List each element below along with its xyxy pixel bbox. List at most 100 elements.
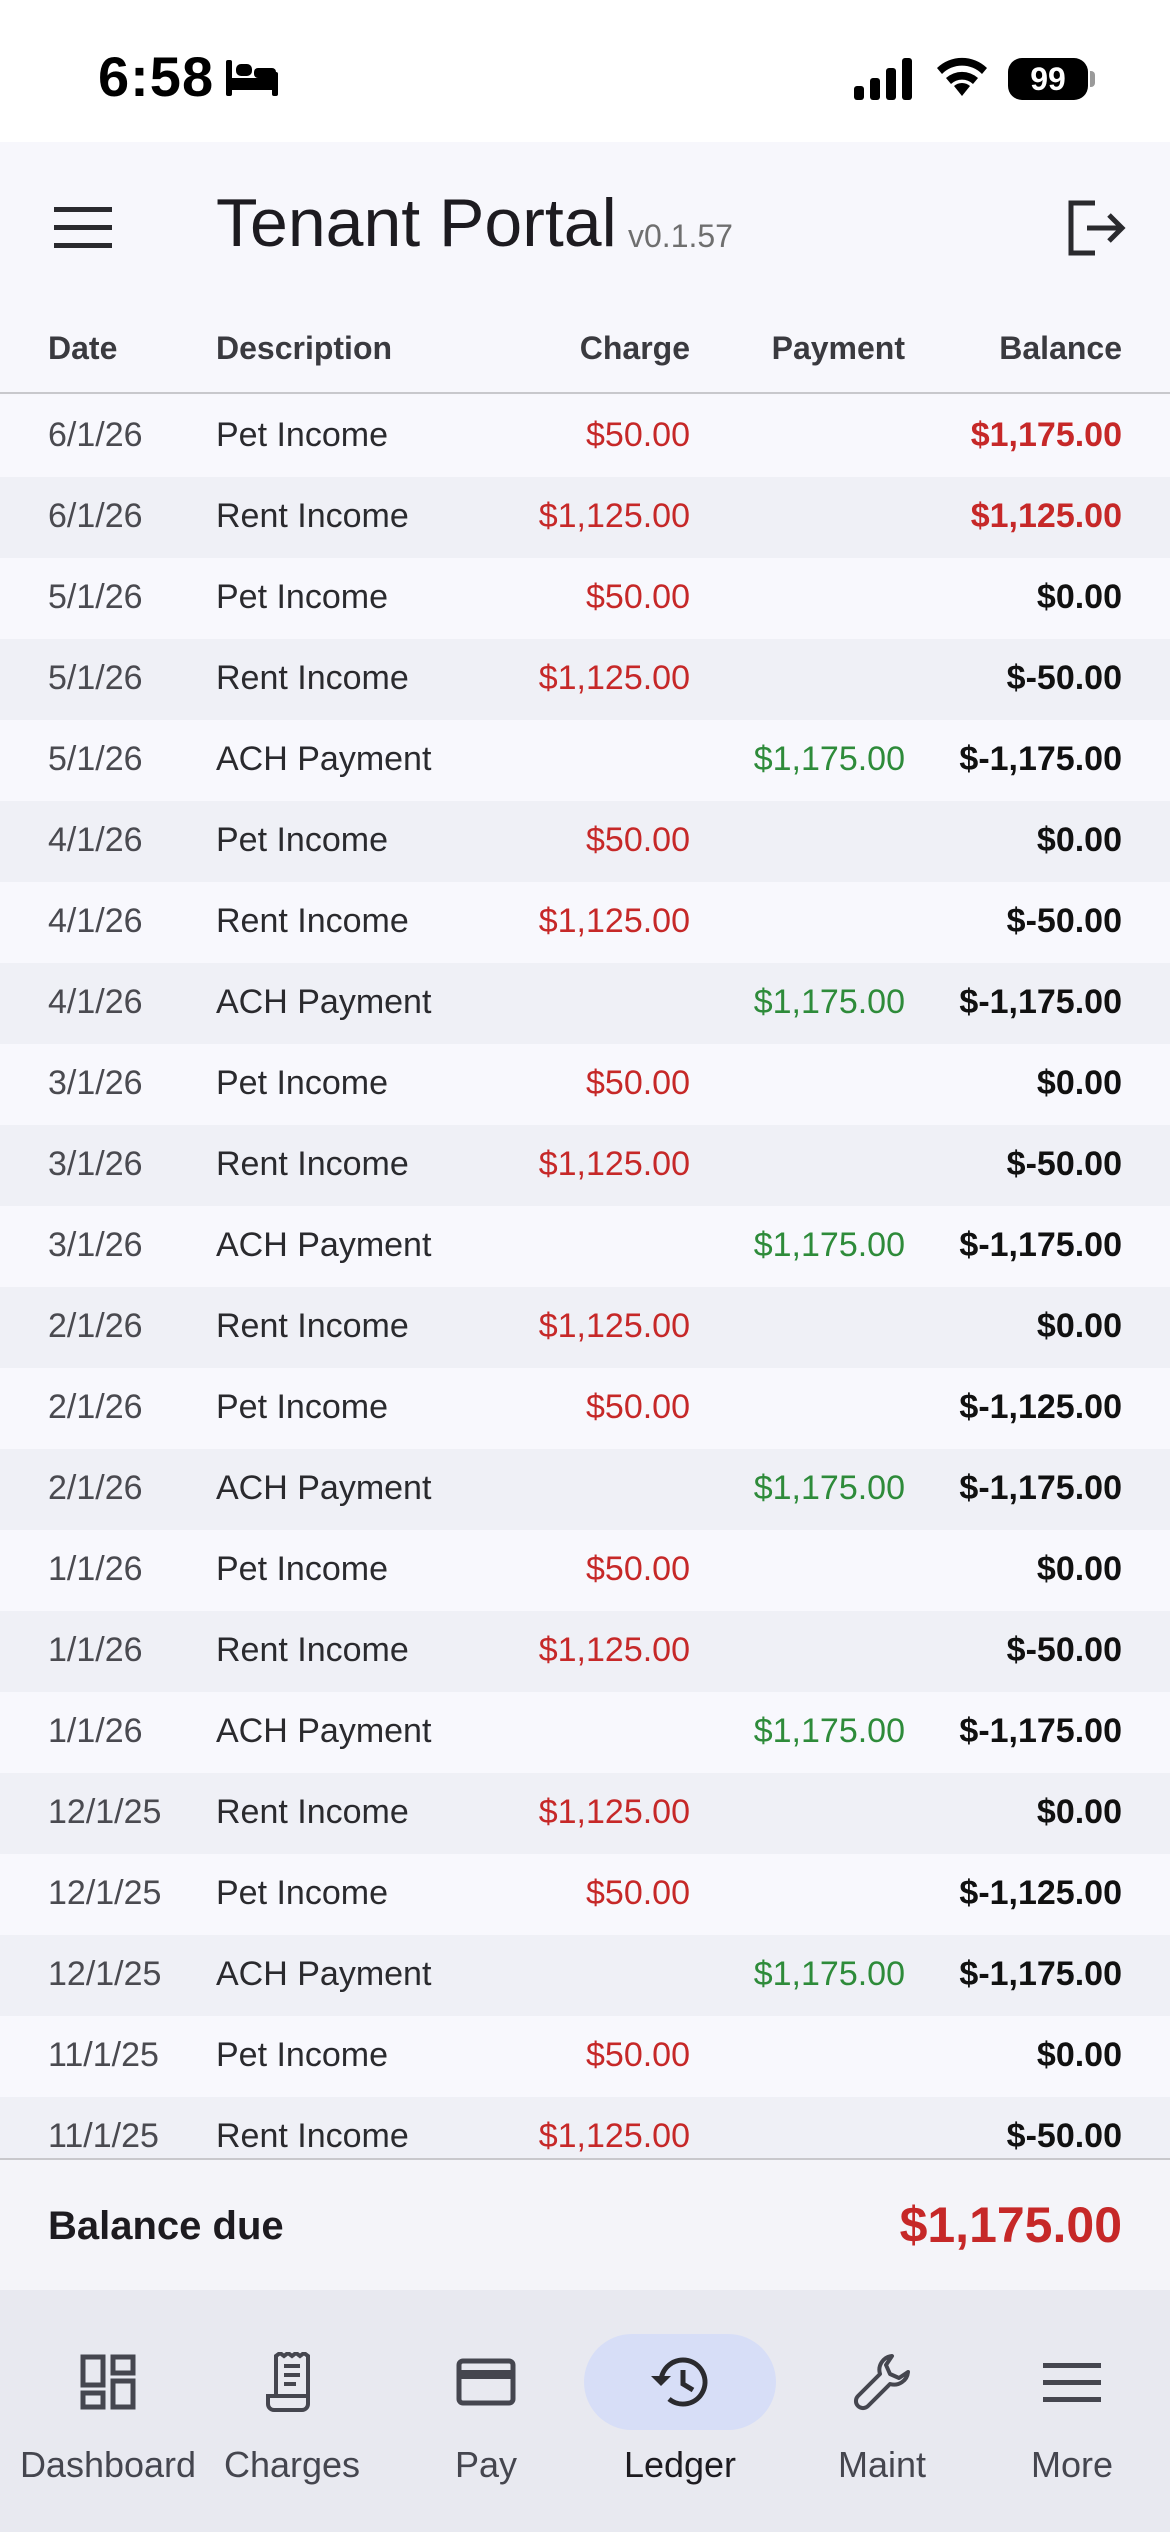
row-date: 11/1/25 bbox=[48, 2036, 159, 2074]
row-date: 4/1/26 bbox=[48, 983, 143, 1021]
table-row[interactable]: 5/1/26 Rent Income $1,125.00 $-50.00 bbox=[0, 639, 1170, 720]
row-description: Rent Income bbox=[216, 659, 409, 697]
row-charge: $50.00 bbox=[586, 2036, 690, 2074]
row-balance: $1,175.00 bbox=[970, 416, 1122, 454]
header-balance: Balance bbox=[999, 330, 1122, 366]
nav-maint[interactable]: Maint bbox=[774, 2290, 969, 2532]
nav-charges[interactable]: Charges bbox=[184, 2290, 379, 2532]
history-icon bbox=[651, 2357, 708, 2407]
table-row[interactable]: 4/1/26 Pet Income $50.00 $0.00 bbox=[0, 801, 1170, 882]
table-row[interactable]: 12/1/25 Rent Income $1,125.00 $0.00 bbox=[0, 1773, 1170, 1854]
header-payment: Payment bbox=[771, 330, 905, 366]
table-row[interactable]: 6/1/26 Pet Income $50.00 $1,175.00 bbox=[0, 396, 1170, 477]
row-date: 1/1/26 bbox=[48, 1550, 143, 1588]
row-description: Pet Income bbox=[216, 578, 388, 616]
row-date: 2/1/26 bbox=[48, 1388, 143, 1426]
row-payment: $1,175.00 bbox=[753, 1955, 905, 1993]
table-row[interactable]: 1/1/26 ACH Payment $1,175.00 $-1,175.00 bbox=[0, 1692, 1170, 1773]
row-charge: $1,125.00 bbox=[538, 1793, 690, 1831]
nav-pay[interactable]: Pay bbox=[378, 2290, 573, 2532]
table-row[interactable]: 12/1/25 ACH Payment $1,175.00 $-1,175.00 bbox=[0, 1935, 1170, 2016]
table-row[interactable]: 3/1/26 Pet Income $50.00 $0.00 bbox=[0, 1044, 1170, 1125]
row-charge: $1,125.00 bbox=[538, 497, 690, 535]
header-date: Date bbox=[48, 330, 118, 366]
row-date: 5/1/26 bbox=[48, 578, 143, 616]
row-payment: $1,175.00 bbox=[753, 1226, 905, 1264]
table-row[interactable]: 12/1/25 Pet Income $50.00 $-1,125.00 bbox=[0, 1854, 1170, 1935]
nav-more-pill bbox=[976, 2334, 1168, 2430]
row-description: Pet Income bbox=[216, 2036, 388, 2074]
nav-dashboard[interactable]: Dashboard bbox=[0, 2290, 196, 2532]
row-balance: $-50.00 bbox=[1006, 1145, 1122, 1183]
status-time: 6:58 bbox=[98, 45, 215, 108]
table-row[interactable]: 5/1/26 Pet Income $50.00 $0.00 bbox=[0, 558, 1170, 639]
row-description: Rent Income bbox=[216, 902, 409, 940]
logout-button[interactable] bbox=[1060, 192, 1132, 264]
table-row[interactable]: 1/1/26 Rent Income $1,125.00 $-50.00 bbox=[0, 1611, 1170, 1692]
row-charge: $1,125.00 bbox=[538, 902, 690, 940]
ledger-table-header: Date Description Charge Payment Balance bbox=[0, 312, 1170, 394]
row-balance: $-1,175.00 bbox=[959, 1226, 1122, 1264]
row-balance: $-1,175.00 bbox=[959, 1712, 1122, 1750]
table-row[interactable]: 4/1/26 ACH Payment $1,175.00 $-1,175.00 bbox=[0, 963, 1170, 1044]
menu-icon bbox=[1043, 2363, 1101, 2402]
row-balance: $0.00 bbox=[1036, 578, 1122, 616]
nav-pay-label: Pay bbox=[454, 2444, 518, 2485]
table-row[interactable]: 1/1/26 Pet Income $50.00 $0.00 bbox=[0, 1530, 1170, 1611]
header-description: Description bbox=[216, 330, 393, 366]
row-date: 2/1/26 bbox=[48, 1469, 143, 1507]
row-date: 3/1/26 bbox=[48, 1145, 143, 1183]
tenant-portal-ledger-screen: 6:58 99 Tenant Portal v0.1.57 Date Descr… bbox=[0, 0, 1170, 2532]
status-bar: 6:58 99 bbox=[0, 0, 1170, 142]
table-row[interactable]: 2/1/26 ACH Payment $1,175.00 $-1,175.00 bbox=[0, 1449, 1170, 1530]
nav-pay-pill bbox=[390, 2334, 582, 2430]
table-row[interactable]: 3/1/26 ACH Payment $1,175.00 $-1,175.00 bbox=[0, 1206, 1170, 1287]
table-row[interactable]: 6/1/26 Rent Income $1,125.00 $1,125.00 bbox=[0, 477, 1170, 558]
row-balance: $-1,125.00 bbox=[959, 1388, 1122, 1426]
row-charge: $50.00 bbox=[586, 821, 690, 859]
nav-more-label: More bbox=[1030, 2444, 1114, 2485]
row-payment: $1,175.00 bbox=[753, 1469, 905, 1507]
table-row[interactable]: 4/1/26 Rent Income $1,125.00 $-50.00 bbox=[0, 882, 1170, 963]
row-charge: $1,125.00 bbox=[538, 1307, 690, 1345]
table-row[interactable]: 11/1/25 Pet Income $50.00 $0.00 bbox=[0, 2016, 1170, 2097]
row-balance: $0.00 bbox=[1036, 2036, 1122, 2074]
row-date: 4/1/26 bbox=[48, 902, 143, 940]
nav-ledger[interactable]: Ledger bbox=[572, 2290, 776, 2532]
row-charge: $50.00 bbox=[586, 578, 690, 616]
nav-more[interactable]: More bbox=[964, 2290, 1159, 2532]
row-charge: $50.00 bbox=[586, 1388, 690, 1426]
row-payment: $1,175.00 bbox=[753, 983, 905, 1021]
row-description: Rent Income bbox=[216, 2117, 409, 2155]
app-title: Tenant Portal bbox=[216, 185, 617, 261]
row-balance: $-50.00 bbox=[1006, 2117, 1122, 2155]
credit-card-icon bbox=[456, 2358, 516, 2406]
app-version: v0.1.57 bbox=[628, 218, 733, 254]
row-balance: $0.00 bbox=[1036, 1064, 1122, 1102]
row-date: 11/1/25 bbox=[48, 2117, 159, 2155]
row-description: Rent Income bbox=[216, 1793, 409, 1831]
row-balance: $-50.00 bbox=[1006, 1631, 1122, 1669]
row-description: Pet Income bbox=[216, 416, 388, 454]
table-row[interactable]: 2/1/26 Pet Income $50.00 $-1,125.00 bbox=[0, 1368, 1170, 1449]
balance-due-label: Balance due bbox=[48, 2204, 284, 2248]
row-charge: $1,125.00 bbox=[538, 2117, 690, 2155]
row-description: ACH Payment bbox=[216, 1712, 432, 1750]
row-date: 1/1/26 bbox=[48, 1631, 143, 1669]
row-date: 5/1/26 bbox=[48, 659, 143, 697]
menu-icon bbox=[54, 207, 112, 248]
row-description: Pet Income bbox=[216, 1064, 388, 1102]
row-balance: $0.00 bbox=[1036, 1793, 1122, 1831]
row-description: Pet Income bbox=[216, 1874, 388, 1912]
row-description: Rent Income bbox=[216, 1631, 409, 1669]
table-row[interactable]: 5/1/26 ACH Payment $1,175.00 $-1,175.00 bbox=[0, 720, 1170, 801]
row-charge: $50.00 bbox=[586, 416, 690, 454]
menu-button[interactable] bbox=[48, 192, 118, 262]
row-date: 1/1/26 bbox=[48, 1712, 143, 1750]
row-date: 3/1/26 bbox=[48, 1064, 143, 1102]
table-row[interactable]: 3/1/26 Rent Income $1,125.00 $-50.00 bbox=[0, 1125, 1170, 1206]
table-row[interactable]: 2/1/26 Rent Income $1,125.00 $0.00 bbox=[0, 1287, 1170, 1368]
table-row[interactable]: 11/1/25 Rent Income $1,125.00 $-50.00 bbox=[0, 2097, 1170, 2158]
balance-due-amount: $1,175.00 bbox=[899, 2197, 1122, 2253]
ledger-table-body[interactable]: 6/1/26 Pet Income $50.00 $1,175.00 6/1/26 Ren… bbox=[0, 396, 1170, 2158]
